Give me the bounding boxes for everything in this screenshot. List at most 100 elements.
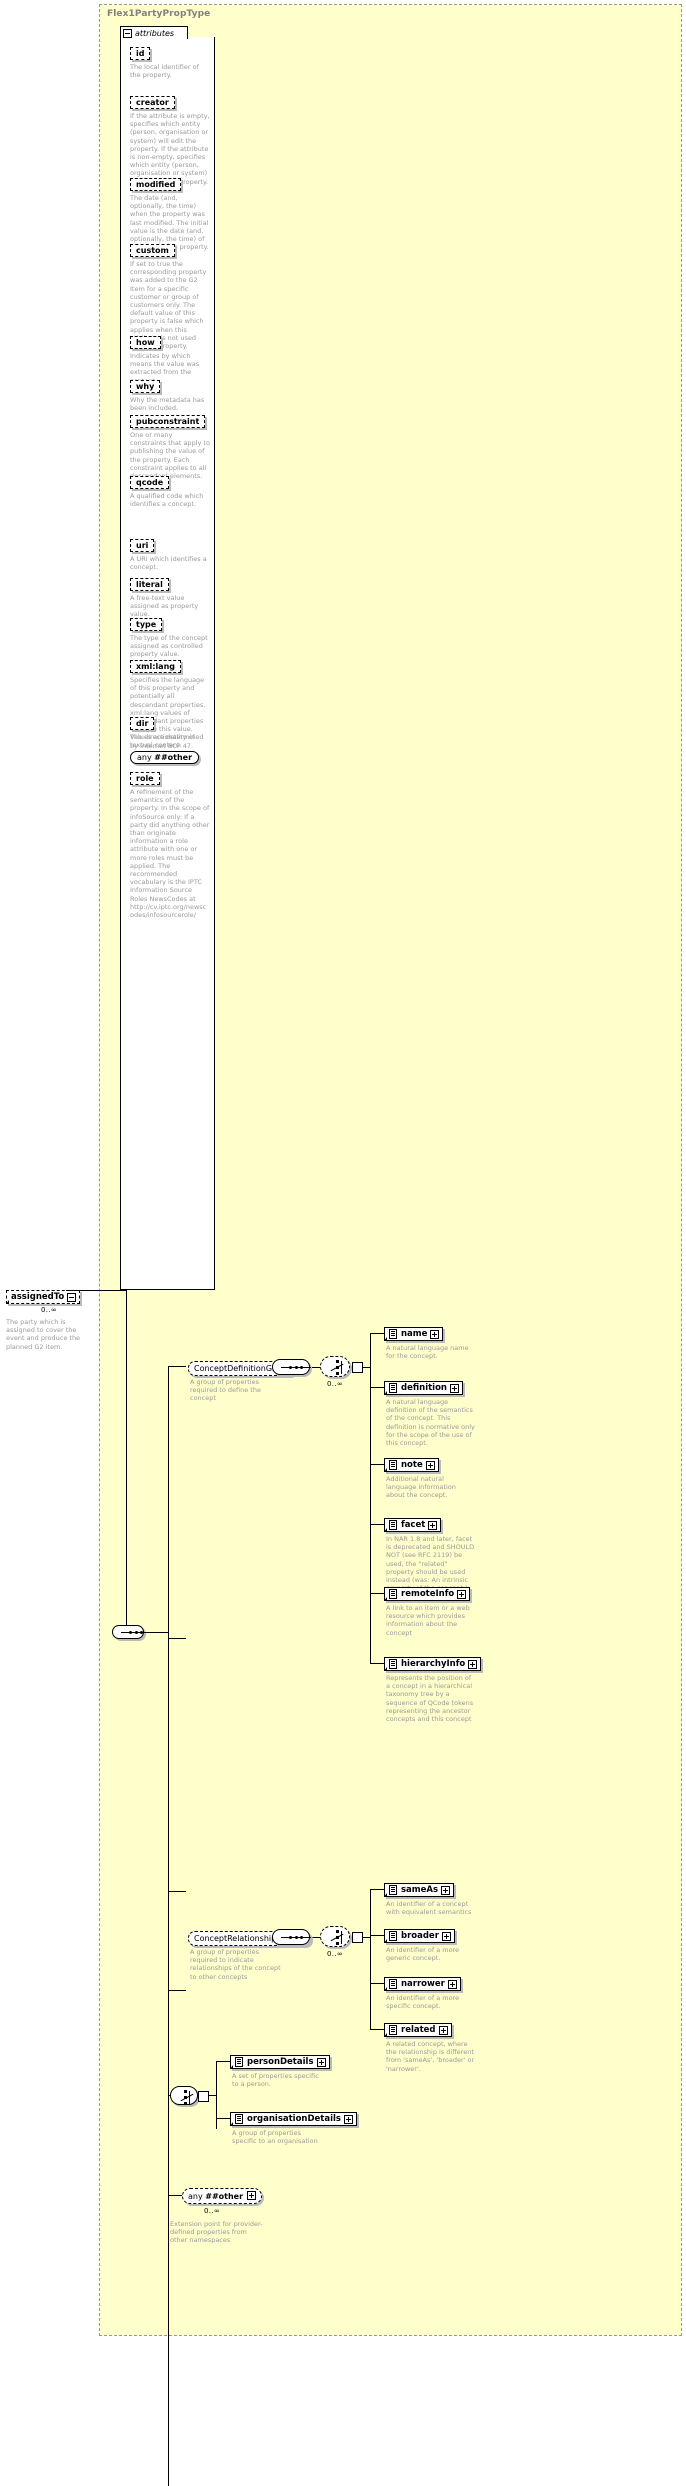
attribute-why[interactable]: why Why the metadata has been included.	[130, 374, 210, 412]
occurs-indicator: 0..∞	[327, 1950, 343, 1958]
element-doc: Represents the position of a concept in …	[386, 1674, 474, 1724]
plus-box-icon[interactable]	[447, 1979, 457, 1989]
choice-symbol[interactable]	[320, 1926, 350, 1947]
attribute-box[interactable]: dir	[130, 717, 155, 730]
element-hierarchyInfo[interactable]: hierarchyInfo	[384, 1657, 482, 1671]
attribute-qcode[interactable]: qcode A qualified code which identifies a…	[130, 470, 210, 508]
connector-line	[208, 2095, 216, 2096]
element-broader[interactable]: broader	[384, 1929, 455, 1943]
attribute-any---other[interactable]: any ##other	[130, 745, 200, 764]
element-remoteInfo[interactable]: remoteInfo	[384, 1587, 471, 1601]
extension-any-other[interactable]: any ##other	[182, 2188, 263, 2204]
plus-box-icon[interactable]	[428, 1520, 438, 1530]
any-namespace: ##other	[154, 753, 193, 762]
connector-line	[216, 2061, 230, 2062]
attribute-type[interactable]: type The type of the concept assigned as …	[130, 612, 210, 659]
occurs-indicator: 0..∞	[327, 1380, 343, 1388]
attribute-uri[interactable]: uri A URI which identifies a concept.	[130, 533, 210, 571]
plus-box-icon[interactable]	[441, 1931, 451, 1941]
page-title: Flex1PartyPropType	[107, 9, 211, 19]
attribute-dir[interactable]: dir The directionality of textual content…	[130, 711, 210, 749]
plus-box-icon[interactable]	[449, 1383, 459, 1393]
attribute-box[interactable]: creator	[130, 96, 175, 109]
attribute-box[interactable]: xml:lang	[130, 660, 181, 673]
connector-line	[146, 1632, 168, 1633]
connector-line	[126, 1290, 127, 1634]
connector-line	[370, 1889, 384, 1890]
element-organisationDetails[interactable]: organisationDetails	[230, 2112, 357, 2126]
attribute-box[interactable]: uri	[130, 539, 155, 552]
element-label: facet	[401, 1520, 426, 1530]
attributes-header[interactable]: attributes	[120, 26, 188, 39]
element-note[interactable]: note	[384, 1458, 439, 1472]
plus-box-icon[interactable]	[438, 2025, 448, 2035]
element-assignedTo-box[interactable]: assignedTo	[6, 1290, 81, 1304]
connector-line	[370, 1593, 384, 1594]
element-name[interactable]: name	[384, 1327, 444, 1341]
plus-box-icon[interactable]	[430, 1329, 440, 1339]
arrow-icon	[384, 1987, 387, 1991]
arrow-icon	[230, 2065, 233, 2069]
attribute-box[interactable]: qcode	[130, 476, 170, 489]
plus-box-icon[interactable]	[425, 1460, 435, 1470]
attribute-role[interactable]: role A refinement of the semantics of the…	[130, 766, 210, 919]
attribute-id[interactable]: id The local identifier of the property.	[130, 41, 210, 79]
plus-box-icon[interactable]	[344, 2114, 353, 2124]
attribute-box[interactable]: literal	[130, 578, 169, 591]
connector-line	[370, 1663, 384, 1664]
element-label: note	[401, 1460, 423, 1470]
minus-box-icon[interactable]	[67, 1292, 77, 1302]
element-personDetails[interactable]: personDetails	[230, 2055, 330, 2069]
attribute-box[interactable]: role	[130, 772, 160, 785]
element-label: personDetails	[247, 2057, 314, 2067]
doc-icon	[389, 1589, 397, 1599]
element-definition[interactable]: definition	[384, 1381, 463, 1395]
plus-box-icon[interactable]	[316, 2057, 326, 2067]
element-related[interactable]: related	[384, 2023, 452, 2037]
choice-symbol[interactable]	[320, 1356, 350, 1377]
attribute-box[interactable]: custom	[130, 244, 175, 257]
attribute-box[interactable]: id	[130, 47, 151, 60]
sequence-symbol[interactable]	[112, 1625, 151, 1639]
element-doc: An identifier of a more generic concept.	[386, 1946, 460, 1963]
element-label: remoteInfo	[401, 1589, 455, 1599]
element-label: hierarchyInfo	[401, 1659, 466, 1669]
arrow-icon	[384, 1528, 387, 1532]
element-sameAs[interactable]: sameAs	[384, 1883, 455, 1897]
expand-toggle[interactable]	[352, 1362, 363, 1373]
attribute-box[interactable]: why	[130, 380, 161, 393]
attribute-doc: A qualified code which identifies a conc…	[130, 492, 204, 509]
expand-toggle[interactable]	[352, 1932, 363, 1943]
element-doc: A natural language name for the concept.	[386, 1344, 469, 1361]
group-doc: A group of properties required to indica…	[190, 1948, 281, 1981]
attribute-box[interactable]: any ##other	[130, 751, 200, 764]
sequence-symbol[interactable]	[272, 1929, 311, 1945]
attribute-box[interactable]: type	[130, 618, 163, 631]
arrow-icon	[6, 1300, 9, 1304]
plus-box-icon[interactable]	[441, 1885, 451, 1895]
attribute-box[interactable]: pubconstraint	[130, 415, 206, 428]
attribute-box[interactable]: how	[130, 336, 161, 349]
element-doc: A group of properties specific to an org…	[232, 2129, 318, 2146]
connector-line	[370, 1333, 371, 1663]
element-facet[interactable]: facet	[384, 1518, 442, 1532]
element-doc: A related concept, where the relationshi…	[386, 2040, 475, 2073]
minus-box-icon[interactable]	[123, 28, 132, 38]
plus-box-icon[interactable]	[457, 1589, 467, 1599]
attribute-doc: A refinement of the semantics of the pro…	[130, 788, 210, 920]
element-doc: A natural language definition of the sem…	[386, 1398, 475, 1448]
connector-line	[168, 1891, 186, 1892]
plus-box-icon[interactable]	[247, 2191, 257, 2200]
expand-toggle[interactable]	[198, 2091, 209, 2102]
element-label: narrower	[401, 1979, 445, 1989]
plus-box-icon[interactable]	[468, 1659, 478, 1669]
connector-line	[168, 1366, 169, 2486]
doc-icon	[389, 1383, 397, 1393]
arrow-icon	[384, 1468, 387, 1472]
choice-symbol[interactable]	[170, 2086, 198, 2105]
element-label: sameAs	[401, 1885, 439, 1895]
sequence-symbol[interactable]	[272, 1359, 311, 1375]
element-assignedTo[interactable]: assignedTo 0..∞ The party which is assig…	[6, 1284, 94, 1351]
element-narrower[interactable]: narrower	[384, 1977, 461, 1991]
attribute-box[interactable]: modified	[130, 178, 182, 191]
